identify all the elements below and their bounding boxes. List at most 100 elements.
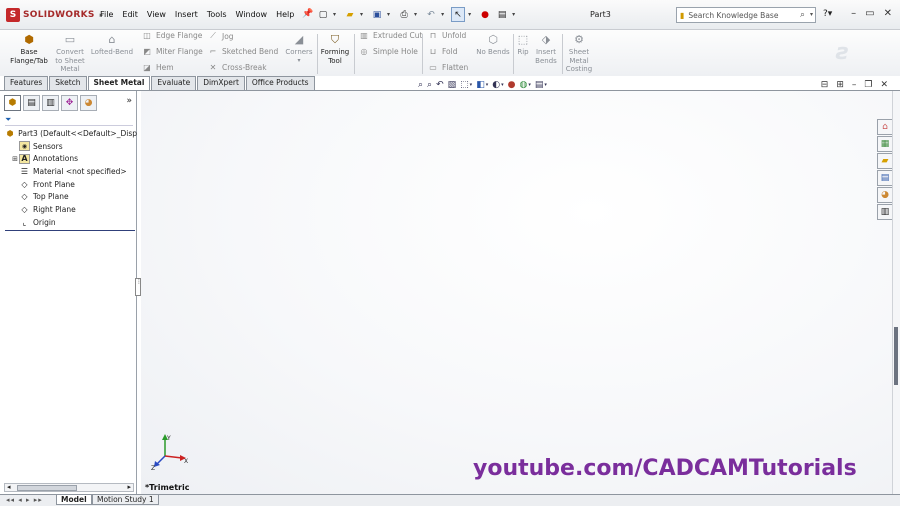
display-style-dropdown-icon[interactable]: ▾ — [486, 82, 489, 88]
forming-tool-button[interactable]: ⛉ Forming Tool — [319, 34, 351, 65]
undo-icon[interactable]: ↶ — [424, 7, 438, 22]
extruded-cut-button[interactable]: ▥ Extruded Cut — [359, 31, 422, 40]
file-properties-icon[interactable]: ▤ — [495, 7, 509, 22]
scroll-thumb[interactable] — [894, 327, 898, 385]
properties-dropdown-icon[interactable]: ▾ — [512, 11, 515, 18]
property-manager-tab-icon[interactable]: ▤ — [23, 95, 40, 111]
menu-edit[interactable]: Edit — [122, 10, 138, 19]
tab-features[interactable]: Features — [4, 76, 49, 90]
tree-root-part[interactable]: ⬢ Part3 (Default<<Default>_Disp — [5, 127, 137, 140]
rip-button[interactable]: ⬚ Rip — [515, 34, 531, 57]
viewport-close-icon[interactable]: ✕ — [880, 80, 888, 90]
tab-evaluate[interactable]: Evaluate — [151, 76, 197, 90]
minimize-icon[interactable]: – — [851, 8, 856, 19]
view-palette-icon[interactable]: ▤ — [877, 170, 893, 186]
new-document-icon[interactable]: ▢ — [316, 7, 330, 22]
tab-navigation-arrows-icon[interactable]: ◂◂ ◂ ▸ ▸▸ — [6, 496, 43, 504]
tab-model[interactable]: Model — [56, 495, 92, 505]
save-icon[interactable]: ▣ — [370, 7, 384, 22]
close-icon[interactable]: ✕ — [884, 8, 892, 19]
appearances-scenes-icon[interactable]: ◕ — [877, 187, 893, 203]
edge-flange-button[interactable]: ◫ Edge Flange — [142, 31, 202, 40]
new-dropdown-icon[interactable]: ▾ — [333, 11, 336, 18]
help-icon[interactable]: ?▾ — [823, 9, 832, 19]
view-orientation-dropdown-icon[interactable]: ▾ — [470, 82, 473, 88]
menu-view[interactable]: View — [147, 10, 166, 19]
restore-icon[interactable]: ▭ — [865, 8, 874, 19]
display-manager-tab-icon[interactable]: ◕ — [80, 95, 97, 111]
jog-button[interactable]: ⟋ Jog — [208, 31, 233, 41]
section-view-icon[interactable]: ▧ — [448, 80, 457, 90]
tree-item-material[interactable]: ☰ Material <not specified> — [5, 165, 137, 178]
corners-dropdown-icon[interactable]: ▾ — [284, 57, 314, 66]
edit-appearance-icon[interactable]: ● — [508, 80, 516, 90]
miter-flange-button[interactable]: ◩ Miter Flange — [142, 47, 202, 56]
tab-sketch[interactable]: Sketch — [49, 76, 87, 90]
tree-item-top-plane[interactable]: ◇ Top Plane — [5, 190, 137, 203]
open-dropdown-icon[interactable]: ▾ — [360, 11, 363, 18]
feature-tree-horizontal-scrollbar[interactable]: ◂ ▸ — [4, 483, 134, 492]
search-icon[interactable]: ⌕ — [800, 10, 805, 20]
file-explorer-icon[interactable]: ▰ — [877, 153, 893, 169]
rollback-bar[interactable] — [5, 230, 135, 231]
tree-item-annotations[interactable]: ⊞ A Annotations — [5, 152, 137, 165]
custom-properties-icon[interactable]: ▥ — [877, 204, 893, 220]
sheet-metal-costing-button[interactable]: ⚙ Sheet Metal Costing — [563, 34, 595, 74]
rebuild-traffic-light-icon[interactable]: ● — [478, 7, 492, 22]
zoom-to-fit-icon[interactable]: ⌕ — [418, 80, 423, 90]
menu-insert[interactable]: Insert — [175, 10, 198, 19]
scroll-left-icon[interactable]: ◂ — [7, 483, 11, 491]
scroll-thumb[interactable] — [17, 485, 77, 491]
fold-button[interactable]: ⊔ Fold — [428, 47, 458, 56]
zoom-to-area-icon[interactable]: ⌕ — [427, 80, 432, 90]
expand-more-icon[interactable]: » — [126, 96, 132, 106]
solidworks-resources-icon[interactable]: ⌂ — [877, 119, 893, 135]
open-folder-icon[interactable]: ▰ — [343, 7, 357, 22]
hide-show-dropdown-icon[interactable]: ▾ — [501, 82, 504, 88]
insert-bends-button[interactable]: ⬗ Insert Bends — [533, 34, 559, 65]
save-dropdown-icon[interactable]: ▾ — [387, 11, 390, 18]
sketched-bend-button[interactable]: ⌐ Sketched Bend — [208, 47, 279, 56]
menu-help[interactable]: Help — [276, 10, 294, 19]
flatten-button[interactable]: ▭ Flatten — [428, 63, 468, 72]
tab-dimxpert[interactable]: DimXpert — [197, 76, 245, 90]
expand-icon[interactable]: ⊞ — [11, 155, 19, 163]
hem-button[interactable]: ◪ Hem — [142, 63, 173, 72]
display-style-icon[interactable]: ◧ — [476, 80, 485, 90]
menu-file[interactable]: File — [100, 10, 113, 19]
print-icon[interactable]: ⎙ — [397, 7, 411, 22]
previous-view-icon[interactable]: ↶ — [436, 80, 444, 90]
apply-scene-dropdown-icon[interactable]: ▾ — [528, 82, 531, 88]
design-library-icon[interactable]: ▦ — [877, 136, 893, 152]
tab-office-products[interactable]: Office Products — [245, 76, 315, 90]
undo-dropdown-icon[interactable]: ▾ — [441, 11, 444, 18]
tab-sheet-metal[interactable]: Sheet Metal — [87, 76, 151, 90]
no-bends-button[interactable]: ⬡ No Bends — [476, 34, 510, 57]
hide-show-items-icon[interactable]: ◐ — [492, 80, 500, 90]
view-settings-icon[interactable]: ▤ — [535, 80, 544, 90]
panel-splitter-handle[interactable]: ⋮ — [135, 278, 142, 296]
unfold-button[interactable]: ⊓ Unfold — [428, 31, 466, 40]
tree-item-right-plane[interactable]: ◇ Right Plane — [5, 203, 137, 216]
menu-tools[interactable]: Tools — [207, 10, 227, 19]
search-dropdown-icon[interactable]: ▾ — [810, 11, 813, 18]
tab-motion-study-1[interactable]: Motion Study 1 — [92, 495, 159, 505]
cross-break-button[interactable]: ✕ Cross-Break — [208, 63, 267, 72]
feature-tree-tab-icon[interactable]: ⬢ — [4, 95, 21, 111]
graphics-vertical-scrollbar[interactable] — [892, 91, 900, 494]
select-pointer-icon[interactable]: ↖ — [451, 7, 466, 22]
convert-to-sheet-metal-button[interactable]: ▭ Convert to Sheet Metal — [52, 34, 88, 74]
dimxpert-manager-tab-icon[interactable]: ✥ — [61, 95, 78, 111]
simple-hole-button[interactable]: ◎ Simple Hole — [359, 47, 418, 56]
viewport-minimize-icon[interactable]: – — [852, 80, 857, 90]
pin-menu-icon[interactable]: 📌 — [302, 9, 313, 19]
corners-button[interactable]: ◢ Corners ▾ — [284, 34, 314, 65]
scroll-right-icon[interactable]: ▸ — [127, 483, 131, 491]
tree-item-origin[interactable]: ⌞ Origin — [5, 216, 137, 229]
tree-item-front-plane[interactable]: ◇ Front Plane — [5, 178, 137, 191]
base-flange-tab-button[interactable]: ⬢ Base Flange/Tab — [8, 34, 50, 65]
menu-window[interactable]: Window — [236, 10, 268, 19]
viewport-tile-icon[interactable]: ⊟ — [821, 80, 829, 90]
apply-scene-icon[interactable]: ◍ — [519, 80, 527, 90]
print-dropdown-icon[interactable]: ▾ — [414, 11, 417, 18]
